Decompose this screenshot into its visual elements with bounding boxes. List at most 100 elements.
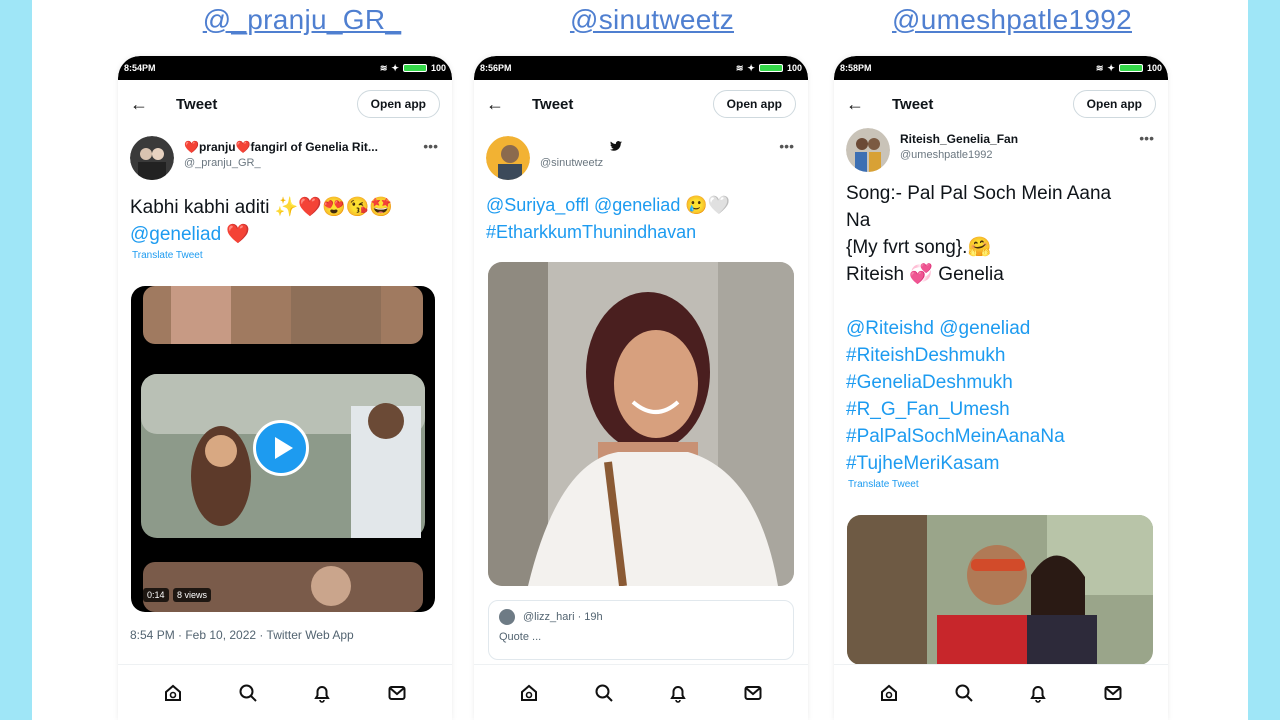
tweet-topbar: ← Tweet Open app	[118, 80, 452, 128]
tweet-mentions[interactable]: @Suriya_offl @geneliad 🥲🤍	[486, 192, 796, 219]
battery-icon	[1118, 64, 1143, 72]
tweet-video[interactable]: 0:14 8 views	[131, 286, 435, 612]
author-handle[interactable]: @sinutweetz	[540, 157, 755, 169]
avatar[interactable]	[846, 128, 890, 172]
column-handle[interactable]: @umeshpatle1992	[822, 4, 1202, 36]
phone-screen: 8:56PM ≋ ✦ 100 ← Tweet Open app @sinutwe…	[474, 56, 808, 720]
battery-level: 100	[430, 63, 446, 73]
hashtag-link[interactable]: #EtharkkumThunindhavan	[486, 219, 796, 246]
status-time: 8:54PM	[124, 63, 156, 73]
battery-level: 100	[786, 63, 802, 73]
tweet-image[interactable]	[488, 262, 794, 586]
back-arrow-icon[interactable]: ←	[846, 94, 882, 115]
home-icon[interactable]	[515, 679, 543, 707]
hashtag-link[interactable]: #TujheMeriKasam	[846, 450, 1156, 477]
page-title: Tweet	[532, 95, 574, 113]
column-sinutweetz: @sinutweetz 8:56PM ≋ ✦ 100 ← Tweet Open …	[462, 0, 842, 720]
status-bar: 8:54PM ≋ ✦ 100	[118, 56, 452, 80]
avatar[interactable]	[130, 136, 174, 180]
column-handle[interactable]: @_pranju_GR_	[112, 4, 492, 36]
wifi-icon: ≋	[379, 62, 388, 73]
open-app-button[interactable]: Open app	[1072, 90, 1156, 118]
home-icon[interactable]	[875, 679, 903, 707]
wifi-icon: ≋	[1095, 62, 1104, 73]
translate-tweet-link[interactable]: Translate Tweet	[834, 477, 1168, 490]
home-icon[interactable]	[159, 679, 187, 707]
page-title: Tweet	[176, 95, 218, 113]
tweet-author: @sinutweetz •••	[474, 128, 808, 180]
photo	[488, 262, 794, 586]
video-views: 8 views	[173, 588, 212, 602]
open-app-button[interactable]: Open app	[356, 90, 440, 118]
bluetooth-icon: ✦	[747, 62, 755, 73]
author-handle[interactable]: @_pranju_GR_	[184, 157, 399, 169]
back-arrow-icon[interactable]: ←	[130, 94, 166, 115]
play-button[interactable]	[253, 420, 309, 476]
hashtag-link[interactable]: #PalPalSochMeinAanaNa	[846, 423, 1156, 450]
collage-card: @_pranju_GR_ 8:54PM ≋ ✦ 100 ← Tweet Open…	[32, 0, 1248, 720]
back-arrow-icon[interactable]: ←	[486, 94, 522, 115]
mail-icon[interactable]	[1099, 679, 1127, 707]
hashtag-link[interactable]: #R_G_Fan_Umesh	[846, 396, 1156, 423]
battery-icon	[402, 64, 427, 72]
tweet-line: Kabhi kabhi aditi ✨❤️😍😘🤩	[130, 197, 393, 218]
more-options-icon[interactable]: •••	[779, 138, 794, 154]
mention-link[interactable]: @Riteishd @geneliad	[846, 315, 1156, 342]
status-bar: 8:58PM ≋ ✦ 100	[834, 56, 1168, 80]
tweet-line: {My fvrt song}.🤗	[846, 237, 992, 258]
bluetooth-icon: ✦	[1107, 62, 1115, 73]
tweet-author: Riteish_Genelia_Fan @umeshpatle1992 •••	[834, 128, 1168, 172]
tweet-text: Song:- Pal Pal Soch Mein Aana Na {My fvr…	[834, 180, 1168, 477]
reply-preview[interactable]: @lizz_hari · 19h Quote ...	[488, 600, 794, 660]
bell-icon[interactable]	[664, 679, 692, 707]
wifi-icon: ≋	[735, 62, 744, 73]
bluetooth-icon: ✦	[391, 62, 399, 73]
open-app-button[interactable]: Open app	[712, 90, 796, 118]
bell-icon[interactable]	[308, 679, 336, 707]
status-icons: ≋ ✦ 100	[380, 63, 446, 74]
mention-link[interactable]: @geneliad	[130, 224, 221, 245]
battery-level: 100	[1146, 63, 1162, 73]
author-name[interactable]: ❤️pranju❤️fangirl of Genelia Rit...	[184, 140, 399, 154]
avatar[interactable]	[486, 136, 530, 180]
hashtag-link[interactable]: #RiteishDeshmukh	[846, 342, 1156, 369]
bell-icon[interactable]	[1024, 679, 1052, 707]
bottom-nav	[834, 664, 1168, 720]
search-icon[interactable]	[590, 679, 618, 707]
more-options-icon[interactable]: •••	[423, 138, 438, 154]
search-icon[interactable]	[234, 679, 262, 707]
tweet-image[interactable]	[847, 515, 1153, 665]
status-icons: ≋ ✦ 100	[736, 63, 802, 74]
hashtag-link[interactable]: #GeneliaDeshmukh	[846, 369, 1156, 396]
tweet-line: Song:- Pal Pal Soch Mein Aana	[846, 183, 1112, 204]
mail-icon[interactable]	[739, 679, 767, 707]
column-pranju: @_pranju_GR_ 8:54PM ≋ ✦ 100 ← Tweet Open…	[112, 0, 492, 720]
tweet-emoji: ❤️	[226, 224, 251, 245]
reply-snippet: Quote ...	[499, 631, 542, 643]
bottom-nav	[118, 664, 452, 720]
battery-icon	[758, 64, 783, 72]
tweet-text: Kabhi kabhi aditi ✨❤️😍😘🤩 @geneliad ❤️	[118, 194, 452, 248]
search-icon[interactable]	[950, 679, 978, 707]
column-handle[interactable]: @sinutweetz	[462, 4, 842, 36]
tweet-text: @Suriya_offl @geneliad 🥲🤍 #EtharkkumThun…	[474, 192, 808, 246]
tweet-topbar: ← Tweet Open app	[834, 80, 1168, 128]
more-options-icon[interactable]: •••	[1139, 130, 1154, 146]
tweet-timestamp: 8:54 PM · Feb 10, 2022 · Twitter Web App	[130, 628, 354, 642]
tweet-line: Riteish 💞 Genelia	[846, 264, 1004, 285]
twitter-bird-icon	[540, 140, 755, 154]
author-handle[interactable]: @umeshpatle1992	[900, 149, 1115, 161]
status-icons: ≋ ✦ 100	[1096, 63, 1162, 74]
author-name[interactable]: Riteish_Genelia_Fan	[900, 132, 1115, 146]
status-bar: 8:56PM ≋ ✦ 100	[474, 56, 808, 80]
video-duration: 0:14	[143, 588, 169, 602]
translate-tweet-link[interactable]: Translate Tweet	[118, 248, 452, 261]
avatar	[499, 609, 515, 625]
reply-handle: @lizz_hari · 19h	[523, 611, 603, 623]
mail-icon[interactable]	[383, 679, 411, 707]
column-umeshpatle: @umeshpatle1992 8:58PM ≋ ✦ 100 ← Tweet O…	[822, 0, 1202, 720]
status-time: 8:58PM	[840, 63, 872, 73]
page-title: Tweet	[892, 95, 934, 113]
phone-screen: 8:58PM ≋ ✦ 100 ← Tweet Open app Riteish_…	[834, 56, 1168, 720]
tweet-author: ❤️pranju❤️fangirl of Genelia Rit... @_pr…	[118, 128, 452, 180]
